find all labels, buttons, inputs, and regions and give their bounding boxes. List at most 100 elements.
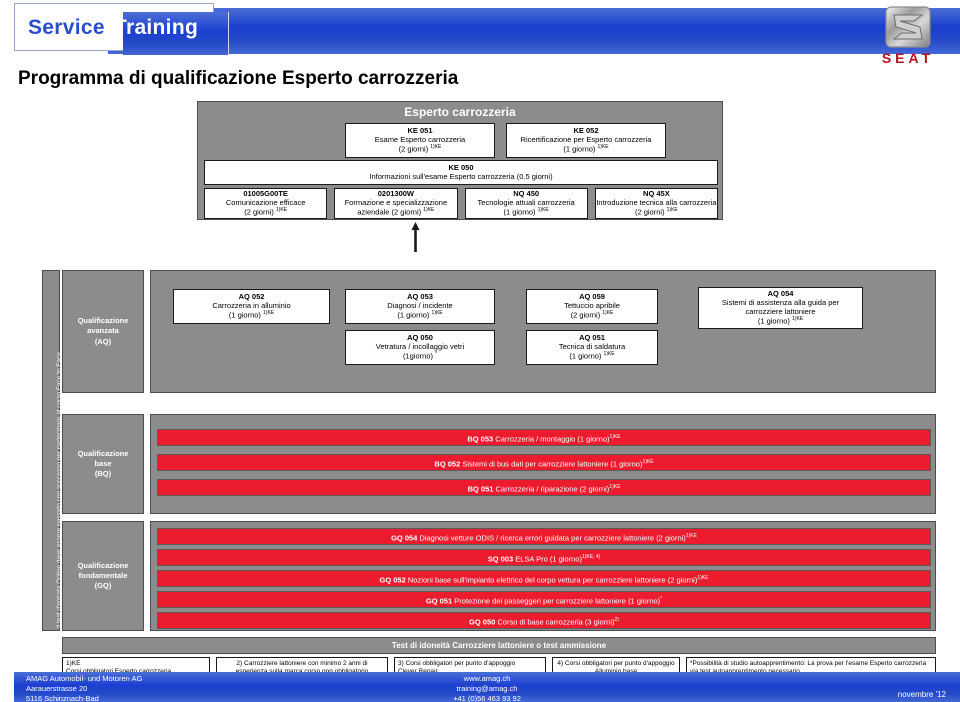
duration-text: (1 giorno) xyxy=(503,207,536,217)
course-note: 1)KE xyxy=(609,434,621,440)
course-code: GQ 054 xyxy=(391,533,418,543)
course-note: 1)KE xyxy=(792,315,804,322)
course-note: 1)KE xyxy=(431,309,443,316)
course-desc: Diagnosi vetture ODIS / ricerca errori g… xyxy=(419,533,686,543)
brand-service-text: Service xyxy=(28,16,105,39)
duration-text: aziendale (2 giorni) xyxy=(357,207,422,217)
footer-email[interactable]: training@amag.ch xyxy=(14,684,960,694)
duration-text: (2 giorni) xyxy=(570,310,601,320)
course-desc: Carrozzeria / riparazione (2 giorni) xyxy=(495,484,610,494)
top-group-panel: Esperto carrozzeria KE 051 Esame Esperto… xyxy=(197,101,723,220)
course-note: * xyxy=(435,350,438,357)
course-bar-gq050[interactable]: GQ 050 Corso di base carrozzeria (3 gior… xyxy=(157,612,931,629)
footer-contact: www.amag.ch training@amag.ch +41 (0)56 4… xyxy=(14,674,960,702)
duration-text: (1 giorno) xyxy=(757,316,790,326)
course-duration: (1 giorno) 1)KE xyxy=(397,309,443,320)
course-duration: (2 giorni) 1)KE xyxy=(634,206,678,217)
course-code: GQ 051 xyxy=(425,596,453,606)
bq-panel: BQ 053 Carrozzeria / montaggio (1 giorno… xyxy=(150,414,936,514)
duration-text: (1 giorno) xyxy=(569,351,602,361)
course-note: 1)KE xyxy=(666,206,678,213)
course-bar-bq052[interactable]: BQ 052 Sistemi di bus dati per carrozzie… xyxy=(157,454,931,471)
course-code: SQ 003 xyxy=(487,554,514,564)
up-arrow-icon xyxy=(411,222,420,252)
seat-logo: SEAT xyxy=(872,6,944,68)
seat-emblem-icon xyxy=(885,6,931,48)
duration-text: (2 giorni) xyxy=(398,144,429,154)
course-box-aq054[interactable]: AQ 054 Sistemi di assistenza alla guida … xyxy=(698,287,863,329)
course-note: 1)KE xyxy=(263,309,275,316)
course-bar-bq053[interactable]: BQ 053 Carrozzeria / montaggio (1 giorno… xyxy=(157,429,931,446)
course-box-nq45x[interactable]: NQ 45X Introduzione tecnica alla carrozz… xyxy=(594,188,718,219)
level-label-aq: Qualificazione avanzata (AQ) xyxy=(62,270,144,393)
course-note: 1)KE xyxy=(602,309,614,316)
course-box-ke052[interactable]: KE 052 Ricertificazione per Esperto carr… xyxy=(506,123,666,158)
course-bar-gq051[interactable]: GQ 051 Protezione dei passeggeri per car… xyxy=(157,591,931,608)
course-code: BQ 053 xyxy=(467,434,494,444)
level-label-bq-text: Qualificazione base (BQ) xyxy=(77,448,129,479)
course-box-nq450[interactable]: NQ 450 Tecnologie attuali carrozzeria (1… xyxy=(464,188,588,219)
course-note: 2) xyxy=(614,617,619,623)
brand-training-text: Training xyxy=(114,16,199,39)
course-box-aq053[interactable]: AQ 053 Diagnosi / incidente (1 giorno) 1… xyxy=(345,289,495,324)
course-note: 1)KE, 4) xyxy=(581,554,601,560)
course-box-ke051[interactable]: KE 051 Esame Esperto carrozzeria (2 gior… xyxy=(345,123,495,158)
admission-test-bar: Test di idoneità Carrozziere lattoniere … xyxy=(62,637,936,654)
page-title: Programma di qualificazione Esperto carr… xyxy=(18,68,459,89)
course-bar-gq052[interactable]: GQ 052 Nozioni base sull'impianto elettr… xyxy=(157,570,931,587)
footer-website[interactable]: www.amag.ch xyxy=(14,674,960,684)
duration-text: (1giorno) xyxy=(402,351,433,361)
level-label-gq: Qualificazione fondamentale (GQ) xyxy=(62,521,144,631)
duration-text: (2 giorni) xyxy=(634,207,665,217)
course-desc: ELSA Pro (1 giorno) xyxy=(515,554,582,564)
course-box-aq050[interactable]: AQ 050 Vetratura / incollaggio vetri (1g… xyxy=(345,330,495,365)
course-duration: (2 giorni) 1)KE xyxy=(244,206,288,217)
course-note: 1)KE xyxy=(430,143,442,150)
slide-page: Service Training SEAT Programma di quali… xyxy=(0,0,960,702)
course-desc: Carrozzeria / montaggio (1 giorno) xyxy=(495,434,610,444)
course-note: 1)KE xyxy=(642,459,654,465)
footnote-3-line1: 3) Corsi obbligatori per punto d'appoggi… xyxy=(398,660,516,667)
course-duration: (1 giorno) 1)KE xyxy=(569,350,615,361)
course-duration: (2 giorni) 1)KE xyxy=(398,143,442,154)
course-code: GQ 052 xyxy=(379,575,406,585)
top-group-title: Esperto carrozzeria xyxy=(404,105,516,119)
top-courses-row: 01005G00TE Comunicazione efficace (2 gio… xyxy=(204,188,718,219)
course-bar-bq051[interactable]: BQ 051 Carrozzeria / riparazione (2 gior… xyxy=(157,479,931,496)
course-bar-sq003[interactable]: SQ 003 ELSA Pro (1 giorno)1)KE, 4) xyxy=(157,549,931,566)
course-code: BQ 051 xyxy=(467,484,494,494)
course-box-01005g00te[interactable]: 01005G00TE Comunicazione efficace (2 gio… xyxy=(204,188,328,219)
course-note: 1)KE xyxy=(423,206,435,213)
course-desc: Sistemi di bus dati per carrozziere latt… xyxy=(462,459,643,469)
course-box-0201300w[interactable]: 0201300W Formazione e specializzazione a… xyxy=(334,188,458,219)
duration-text: (1 giorno) xyxy=(397,310,430,320)
course-duration: aziendale (2 giorni) 1)KE xyxy=(357,206,435,217)
level-label-aq-text: Qualificazione avanzata (AQ) xyxy=(77,316,129,346)
course-code: BQ 052 xyxy=(434,459,461,469)
course-box-ke050[interactable]: KE 050 Informazioni sull'esame Esperto c… xyxy=(204,160,718,185)
duration-text: (1 giorno) xyxy=(563,144,596,154)
course-note: 1)KE xyxy=(275,206,288,213)
course-note: 1)KE xyxy=(685,533,697,539)
level-label-gq-text: Qualificazione fondamentale (GQ) xyxy=(77,560,129,591)
seat-wordmark: SEAT xyxy=(881,50,935,66)
footer-date: novembre '12 xyxy=(897,690,946,699)
duration-text: (2 giorni) xyxy=(244,207,274,217)
course-duration: (1 giorno) 1)KE xyxy=(757,315,804,326)
aq-panel: AQ 052 Carrozzeria in alluminio (1 giorn… xyxy=(150,270,936,393)
footnote-1-line1: 1)KE xyxy=(66,660,81,667)
course-box-aq051[interactable]: AQ 051 Tecnica di saldatura (1 giorno) 1… xyxy=(526,330,658,365)
course-note: 1)KE xyxy=(603,350,615,357)
course-bar-gq054[interactable]: GQ 054 Diagnosi vetture ODIS / ricerca e… xyxy=(157,528,931,545)
course-note: 1)KE xyxy=(697,575,709,581)
course-box-aq052[interactable]: AQ 052 Carrozzeria in alluminio (1 giorn… xyxy=(173,289,330,324)
entry-test-vertical-note: Il test d'entrata Online deve essere pas… xyxy=(42,270,63,631)
level-label-bq: Qualificazione base (BQ) xyxy=(62,414,144,514)
course-note: * xyxy=(660,596,663,602)
course-code: GQ 050 xyxy=(469,617,496,627)
course-note: 1)KE xyxy=(597,143,609,150)
course-desc: Nozioni base sull'impianto elettrico del… xyxy=(407,575,698,585)
course-desc: Corso di base carrozzeria (3 giorni) xyxy=(497,617,615,627)
duration-text: (1 giorno) xyxy=(228,310,261,320)
course-box-aq059[interactable]: AQ 059 Tettuccio apribile (2 giorni) 1)K… xyxy=(526,289,658,324)
